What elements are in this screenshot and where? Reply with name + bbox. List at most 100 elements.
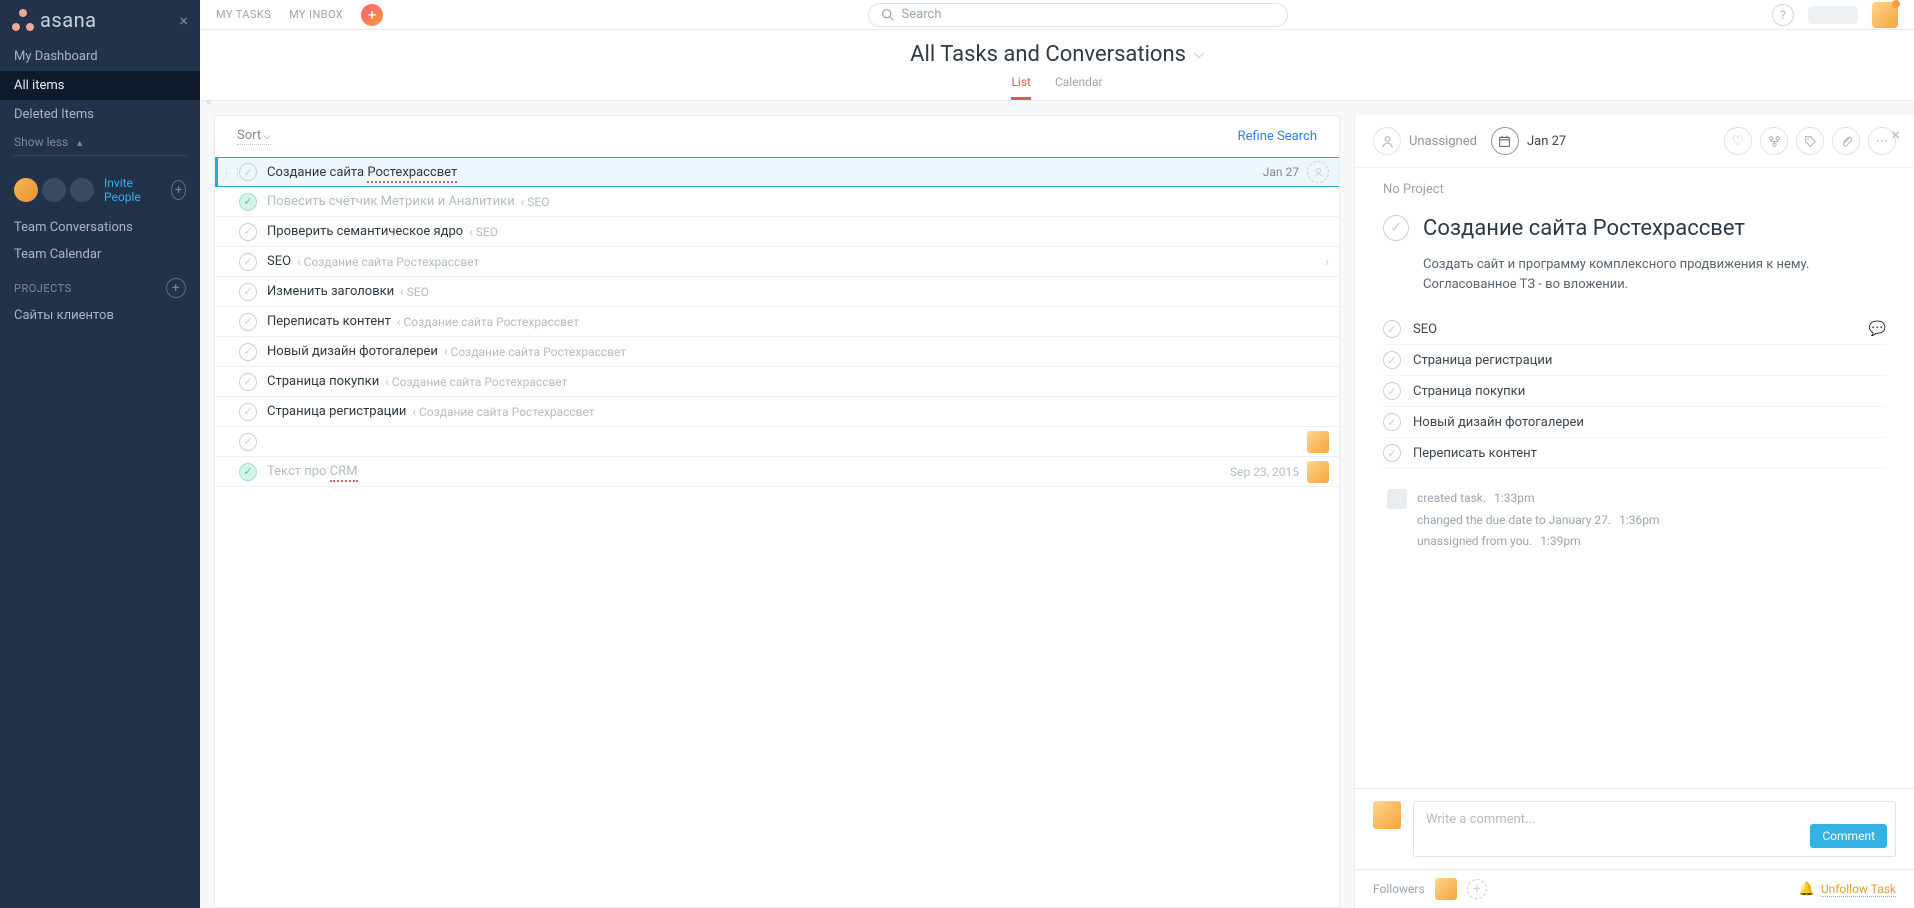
show-less-label: Show less [14, 135, 68, 149]
subtask-check-icon[interactable]: ✓ [1383, 413, 1401, 431]
complete-check-icon[interactable]: ✓ [239, 163, 257, 181]
complete-check-icon[interactable]: ✓ [239, 253, 257, 271]
task-title: Изменить заголовки [267, 284, 394, 299]
add-follower-icon[interactable]: + [1467, 879, 1487, 899]
subtask-title: Страница покупки [1413, 384, 1525, 399]
invite-plus-icon[interactable]: + [171, 180, 186, 200]
subtask-row[interactable]: ✓Новый дизайн фотогалереи [1383, 407, 1886, 438]
refine-search-link[interactable]: Refine Search [1238, 129, 1317, 144]
upgrade-pill[interactable] [1808, 6, 1858, 24]
sort-label: Sort [237, 128, 261, 143]
subtask-row[interactable]: ✓ Страница покупки [1383, 376, 1886, 407]
task-title: Проверить семантическое ядро [267, 224, 463, 239]
subtask-check-icon[interactable]: ✓ [1383, 444, 1401, 462]
task-breadcrumb: ‹ Создание сайта Ростехрассвет [297, 255, 479, 269]
complete-check-icon[interactable]: ✓ [239, 343, 257, 361]
comment-button[interactable]: Comment [1810, 824, 1887, 848]
subtask-row[interactable]: ✓SEO💬 [1383, 314, 1886, 345]
task-title[interactable]: Создание сайта Ростехрассвет [1423, 216, 1745, 241]
search-input[interactable]: Search [868, 3, 1288, 27]
comment-input[interactable]: Write a comment... Comment [1413, 801, 1896, 857]
subtask-row[interactable]: ✓ Переписать контент [1383, 438, 1886, 469]
task-detail-panel: × Unassigned Jan 27 [1354, 115, 1914, 908]
task-row[interactable]: ⋮⋮✓Изменить заголовки‹ SEO [215, 277, 1339, 307]
assignee-button[interactable]: Unassigned [1373, 127, 1477, 155]
sidebar-project-0[interactable]: Сайты клиентов [0, 302, 200, 329]
task-description[interactable]: Создать сайт и программу комплексного пр… [1423, 255, 1886, 294]
complete-check-icon[interactable]: ✓ [239, 313, 257, 331]
task-row[interactable]: ⋮⋮✓ [215, 427, 1339, 457]
add-button[interactable]: + [361, 4, 383, 26]
project-selector[interactable]: No Project [1383, 182, 1886, 197]
task-row[interactable]: ⋮⋮✓Повесить счётчик Метрики и Аналитики‹… [215, 187, 1339, 217]
assignee-placeholder-icon[interactable] [1307, 161, 1329, 183]
nav-my-tasks[interactable]: MY TASKS [216, 8, 271, 21]
chevron-down-icon: ⌵ [263, 131, 271, 142]
due-date: Sep 23, 2015 [1230, 465, 1299, 479]
tab-calendar[interactable]: Calendar [1055, 75, 1103, 100]
subtask-title: Переписать контент [1413, 446, 1537, 461]
close-sidebar-icon[interactable]: × [179, 11, 188, 30]
comment-area: Write a comment... Comment [1355, 788, 1914, 869]
heart-icon[interactable]: ♡ [1724, 127, 1752, 155]
assignee-avatar[interactable] [1307, 431, 1329, 453]
tag-icon[interactable] [1796, 127, 1824, 155]
follower-avatar[interactable] [1435, 878, 1457, 900]
complete-check-icon[interactable]: ✓ [239, 463, 257, 481]
activity-text: changed the due date to January 27. [1417, 513, 1611, 527]
close-detail-icon[interactable]: × [1891, 125, 1900, 144]
nav-my-inbox[interactable]: MY INBOX [289, 8, 343, 21]
activity-time: 1:39pm [1540, 534, 1580, 548]
task-row[interactable]: ⋮⋮✓Текст про CRMSep 23, 2015 [215, 457, 1339, 487]
task-row[interactable]: ⋮⋮✓Проверить семантическое ядро‹ SEO [215, 217, 1339, 247]
activity-row: changed the due date to January 27.1:36p… [1387, 511, 1886, 530]
task-row[interactable]: ⋮⋮✓Переписать контент‹ Создание сайта Ро… [215, 307, 1339, 337]
invite-people-link[interactable]: Invite People [104, 176, 153, 204]
sidebar-item-deleted[interactable]: Deleted Items [0, 100, 200, 129]
subtask-check-icon[interactable]: ✓ [1383, 320, 1401, 338]
task-row[interactable]: ⋮⋮✓SEO‹ Создание сайта Ростехрассвет› [215, 247, 1339, 277]
user-avatar[interactable] [1872, 2, 1898, 28]
add-project-icon[interactable]: + [166, 278, 186, 298]
expand-icon[interactable]: « [206, 95, 211, 108]
complete-task-button[interactable]: ✓ [1383, 215, 1409, 241]
complete-check-icon[interactable]: ✓ [239, 283, 257, 301]
complete-check-icon[interactable]: ✓ [239, 433, 257, 451]
subtask-check-icon[interactable]: ✓ [1383, 382, 1401, 400]
complete-check-icon[interactable]: ✓ [239, 403, 257, 421]
attachment-icon[interactable] [1832, 127, 1860, 155]
asana-logo[interactable]: asana [12, 8, 97, 32]
activity-text: created task. [1417, 491, 1486, 505]
complete-check-icon[interactable]: ✓ [239, 373, 257, 391]
task-breadcrumb: ‹ SEO [521, 195, 550, 209]
sidebar-item-all-items[interactable]: All items [0, 71, 200, 100]
task-row[interactable]: ⋮⋮✓Страница покупки‹ Создание сайта Рост… [215, 367, 1339, 397]
sidebar-item-dashboard[interactable]: My Dashboard [0, 42, 200, 71]
task-row[interactable]: ⋮⋮✓Создание сайта РостехрассветJan 27 [215, 157, 1339, 187]
tab-list[interactable]: List [1011, 75, 1031, 100]
task-breadcrumb: ‹ Создание сайта Ростехрассвет [444, 345, 626, 359]
show-less-toggle[interactable]: Show less ▲ [14, 129, 186, 156]
task-row[interactable]: ⋮⋮✓Новый дизайн фотогалереи‹ Создание са… [215, 337, 1339, 367]
task-breadcrumb: ‹ Создание сайта Ростехрассвет [385, 375, 567, 389]
drag-handle-icon[interactable]: ⋮⋮ [221, 166, 235, 179]
subtask-title: SEO [1413, 322, 1437, 337]
projects-header-label: PROJECTS [14, 282, 72, 295]
complete-check-icon[interactable]: ✓ [239, 193, 257, 211]
task-row[interactable]: ⋮⋮✓Страница регистрации‹ Создание сайта … [215, 397, 1339, 427]
due-date-label: Jan 27 [1527, 134, 1566, 149]
assignee-avatar[interactable] [1307, 461, 1329, 483]
sort-button[interactable]: Sort⌵ [237, 128, 271, 145]
subtasks-icon[interactable] [1760, 127, 1788, 155]
task-title: Новый дизайн фотогалереи [267, 344, 438, 359]
unfollow-button[interactable]: 🔔 Unfollow Task [1799, 882, 1896, 897]
title-dropdown-icon[interactable]: ⌵ [1194, 47, 1204, 62]
sidebar-team-calendar[interactable]: Team Calendar [0, 241, 200, 268]
help-icon[interactable]: ? [1772, 4, 1794, 26]
unfollow-label: Unfollow Task [1821, 882, 1896, 897]
subtask-check-icon[interactable]: ✓ [1383, 351, 1401, 369]
subtask-row[interactable]: ✓Страница регистрации [1383, 345, 1886, 376]
sidebar-team-conversations[interactable]: Team Conversations [0, 214, 200, 241]
complete-check-icon[interactable]: ✓ [239, 223, 257, 241]
due-date-button[interactable]: Jan 27 [1491, 127, 1566, 155]
